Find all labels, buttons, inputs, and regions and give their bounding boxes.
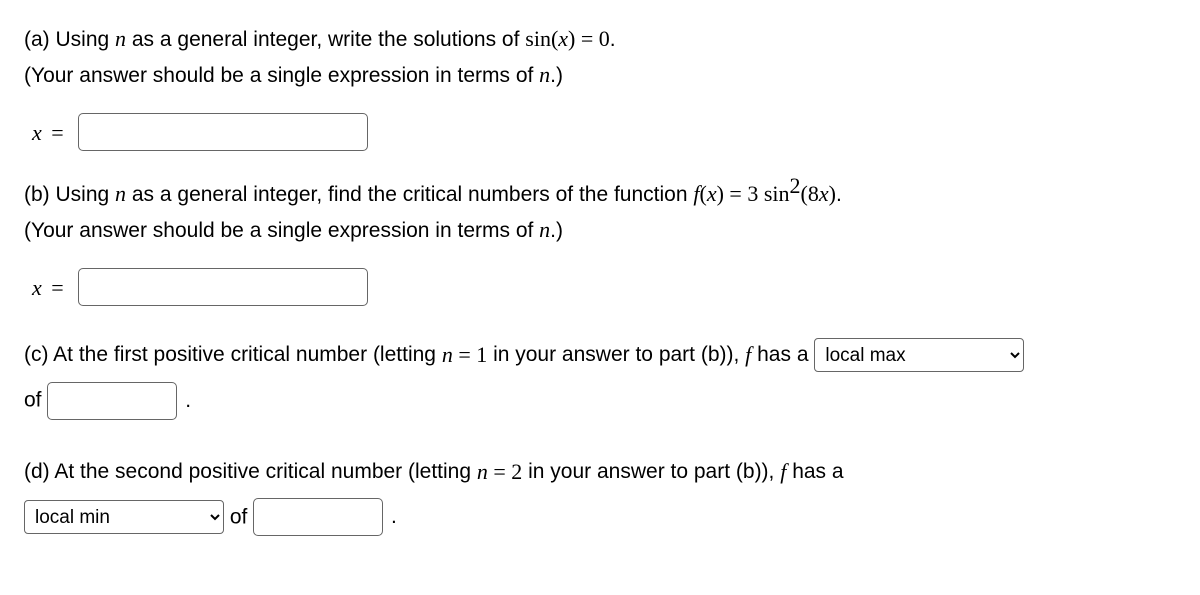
period: . bbox=[185, 389, 191, 412]
part-a-hint: (Your answer should be a single expressi… bbox=[24, 58, 1176, 92]
part-a-prompt: (a) Using n as a general integer, write … bbox=[24, 22, 1176, 56]
part-d: (d) At the second positive critical numb… bbox=[24, 449, 1176, 540]
text: (b) Using bbox=[24, 183, 115, 206]
text: in your answer to part (b)), bbox=[522, 460, 780, 483]
rhs-arg: (8 bbox=[801, 181, 819, 206]
val: 2 bbox=[511, 459, 522, 484]
math-sin: sin( bbox=[525, 26, 558, 51]
rhs-close: ) bbox=[829, 181, 836, 206]
of-label: of bbox=[24, 389, 42, 412]
text: has a bbox=[786, 460, 843, 483]
text: .) bbox=[550, 219, 563, 242]
text: . bbox=[610, 28, 616, 51]
text: (d) At the second positive critical numb… bbox=[24, 460, 477, 483]
paren: ) bbox=[717, 181, 724, 206]
var-n: n bbox=[442, 342, 453, 367]
text: as a general integer, write the solution… bbox=[126, 28, 525, 51]
part-c-select[interactable]: local max bbox=[814, 338, 1024, 372]
text: (Your answer should be a single expressi… bbox=[24, 219, 539, 242]
part-b-hint: (Your answer should be a single expressi… bbox=[24, 213, 1176, 247]
part-d-select[interactable]: local min bbox=[24, 500, 224, 534]
rhs-coef: 3 sin bbox=[747, 181, 789, 206]
text: . bbox=[836, 183, 842, 206]
part-d-input[interactable] bbox=[253, 498, 383, 536]
part-c: (c) At the first positive critical numbe… bbox=[24, 332, 1176, 423]
part-a: (a) Using n as a general integer, write … bbox=[24, 22, 1176, 151]
math-eq: ) = 0 bbox=[568, 26, 610, 51]
var-n: n bbox=[115, 26, 126, 51]
part-b: (b) Using n as a general integer, find t… bbox=[24, 177, 1176, 306]
text: in your answer to part (b)), bbox=[487, 343, 745, 366]
text: (c) At the first positive critical numbe… bbox=[24, 343, 442, 366]
rhs-exp: 2 bbox=[790, 173, 801, 198]
text: has a bbox=[751, 343, 814, 366]
part-a-input[interactable] bbox=[78, 113, 368, 151]
var-x: x bbox=[819, 181, 829, 206]
var-n: n bbox=[539, 217, 550, 242]
part-b-prompt: (b) Using n as a general integer, find t… bbox=[24, 177, 1176, 211]
period: . bbox=[391, 505, 397, 528]
part-c-input[interactable] bbox=[47, 382, 177, 420]
text: as a general integer, find the critical … bbox=[126, 183, 693, 206]
x-equals-label: x = bbox=[32, 116, 68, 149]
x-equals-label: x = bbox=[32, 271, 68, 304]
of-label: of bbox=[230, 505, 248, 528]
equals: = bbox=[724, 181, 747, 206]
text: (a) Using bbox=[24, 28, 115, 51]
part-a-answer-row: x = bbox=[24, 113, 1176, 151]
part-b-input[interactable] bbox=[78, 268, 368, 306]
var-n: n bbox=[115, 181, 126, 206]
equals: = bbox=[453, 342, 476, 367]
paren: ( bbox=[699, 181, 706, 206]
var-x: x bbox=[558, 26, 568, 51]
equals: = bbox=[488, 459, 511, 484]
val: 1 bbox=[476, 342, 487, 367]
var-n: n bbox=[539, 62, 550, 87]
text: (Your answer should be a single expressi… bbox=[24, 64, 539, 87]
var-x: x bbox=[707, 181, 717, 206]
part-b-answer-row: x = bbox=[24, 268, 1176, 306]
text: .) bbox=[550, 64, 563, 87]
var-n: n bbox=[477, 459, 488, 484]
